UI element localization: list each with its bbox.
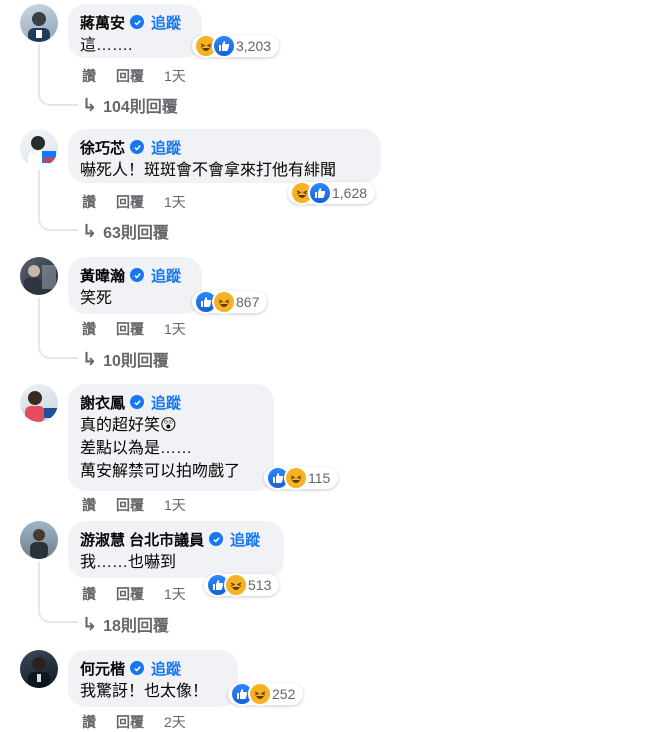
author-name[interactable]: 游淑慧 台北市議員 (80, 529, 204, 550)
reply-button[interactable]: 回覆 (116, 319, 144, 339)
verified-badge-icon (209, 532, 224, 546)
reply-button[interactable]: 回覆 (116, 192, 144, 212)
reply-arrow-icon: ↳ (82, 613, 98, 634)
reaction-summary[interactable]: 3,203 (192, 34, 280, 58)
reaction-summary[interactable]: 1,628 (288, 181, 376, 205)
view-replies-link[interactable]: ↳ 10則回覆 (82, 348, 169, 371)
author-name[interactable]: 黃暐瀚 (80, 265, 125, 286)
like-button[interactable]: 讚 (82, 712, 96, 732)
profile-photo (25, 391, 57, 422)
profile-photo (24, 265, 56, 295)
timestamp[interactable]: 1天 (164, 584, 186, 604)
follow-button[interactable]: 追蹤 (151, 265, 181, 286)
like-button[interactable]: 讚 (82, 319, 96, 339)
verified-badge-icon (130, 661, 145, 675)
author-name[interactable]: 謝衣鳳 (80, 392, 125, 413)
view-replies-link[interactable]: ↳ 18則回覆 (82, 613, 169, 636)
comment-bubble: 黃暐瀚 追蹤 笑死 (68, 257, 202, 314)
comment-text: 嚇死人！斑斑會不會拿來打他有緋聞 (80, 162, 337, 179)
avatar[interactable] (20, 384, 58, 422)
replies-count: 104則回覆 (103, 99, 178, 116)
haha-icon (224, 573, 248, 597)
like-button[interactable]: 讚 (82, 495, 96, 515)
comment-text-line: 差點以為是…… (80, 440, 193, 457)
like-button[interactable]: 讚 (82, 584, 96, 604)
follow-button[interactable]: 追蹤 (230, 529, 260, 550)
author-name[interactable]: 何元楷 (80, 658, 125, 679)
haha-icon (212, 290, 236, 314)
comment-text: 我驚訝！也太像！ (80, 683, 209, 700)
reaction-summary[interactable]: 867 (192, 290, 268, 314)
timestamp[interactable]: 1天 (164, 192, 186, 212)
comment-text-line: 真的超好笑😲 (80, 417, 177, 434)
reply-arrow-icon: ↳ (82, 348, 98, 369)
replies-count: 18則回覆 (103, 618, 169, 635)
author-name[interactable]: 徐巧芯 (80, 137, 125, 158)
follow-button[interactable]: 追蹤 (151, 392, 181, 413)
comment-bubble: 游淑慧 台北市議員 追蹤 我……也嚇到 (68, 521, 284, 578)
comment-text-line: 萬安解禁可以拍吻戲了 (80, 463, 241, 480)
follow-button[interactable]: 追蹤 (151, 12, 181, 33)
comment-bubble: 蔣萬安 追蹤 這……. (68, 4, 202, 58)
reply-button[interactable]: 回覆 (116, 66, 144, 86)
like-icon (308, 181, 332, 205)
timestamp[interactable]: 1天 (164, 495, 186, 515)
timestamp[interactable]: 1天 (164, 319, 186, 339)
reaction-summary[interactable]: 252 (228, 682, 304, 706)
reaction-count: 513 (248, 577, 272, 593)
view-replies-link[interactable]: ↳ 104則回覆 (82, 94, 178, 117)
comment-bubble: 謝衣鳳 追蹤 真的超好笑😲 差點以為是…… 萬安解禁可以拍吻戲了 (68, 384, 274, 491)
reaction-count: 1,628 (332, 185, 368, 201)
comment-text: 笑死 (80, 290, 113, 307)
reply-button[interactable]: 回覆 (116, 584, 144, 604)
reply-arrow-icon: ↳ (82, 220, 98, 241)
verified-badge-icon (130, 15, 145, 29)
reply-button[interactable]: 回覆 (116, 495, 144, 515)
reply-button[interactable]: 回覆 (116, 712, 144, 732)
reply-arrow-icon: ↳ (82, 94, 98, 115)
avatar[interactable] (20, 650, 58, 688)
replies-count: 10則回覆 (103, 353, 169, 370)
author-name[interactable]: 蔣萬安 (80, 12, 125, 33)
profile-photo (30, 529, 48, 559)
timestamp[interactable]: 2天 (164, 712, 186, 732)
like-button[interactable]: 讚 (82, 192, 96, 212)
comment-text: 這……. (80, 37, 133, 54)
reaction-count: 3,203 (236, 38, 272, 54)
verified-badge-icon (130, 395, 145, 409)
avatar[interactable] (20, 257, 58, 295)
like-button[interactable]: 讚 (82, 66, 96, 86)
comment-text: 我……也嚇到 (80, 554, 177, 571)
view-replies-link[interactable]: ↳ 63則回覆 (82, 220, 169, 243)
verified-badge-icon (130, 140, 145, 154)
reaction-count: 867 (236, 294, 260, 310)
follow-button[interactable]: 追蹤 (151, 658, 181, 679)
timestamp[interactable]: 1天 (164, 66, 186, 86)
reaction-summary[interactable]: 513 (204, 573, 280, 597)
avatar[interactable] (20, 129, 58, 167)
verified-badge-icon (130, 268, 145, 282)
replies-count: 63則回覆 (103, 225, 169, 242)
reaction-count: 252 (272, 686, 296, 702)
profile-photo (28, 12, 50, 42)
reaction-summary[interactable]: 115 (264, 466, 339, 490)
follow-button[interactable]: 追蹤 (151, 137, 181, 158)
like-icon (212, 34, 236, 58)
profile-photo (28, 657, 50, 688)
reaction-count: 115 (308, 470, 331, 486)
comment-bubble: 徐巧芯 追蹤 嚇死人！斑斑會不會拿來打他有緋聞 (68, 129, 381, 183)
profile-photo (28, 136, 56, 167)
haha-icon (248, 682, 272, 706)
haha-icon (284, 466, 308, 490)
avatar[interactable] (20, 521, 58, 559)
avatar[interactable] (20, 4, 58, 42)
comment-bubble: 何元楷 追蹤 我驚訝！也太像！ (68, 650, 238, 707)
